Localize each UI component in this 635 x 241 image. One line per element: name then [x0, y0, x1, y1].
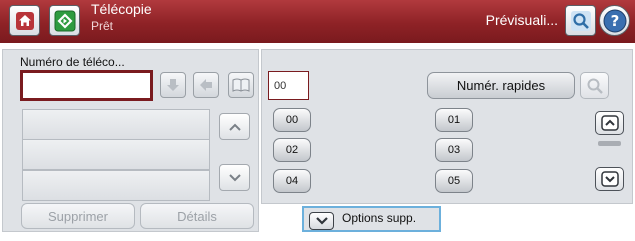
- home-button[interactable]: [9, 5, 40, 36]
- recipient-scroll-down-button[interactable]: [219, 164, 250, 191]
- chevron-down-icon: [228, 173, 241, 181]
- preview-icon: [570, 10, 591, 31]
- speed-dial-scroll-down-button[interactable]: [595, 167, 624, 191]
- speed-dial-entry: 01: [431, 105, 583, 135]
- fax-start-icon: [54, 10, 75, 31]
- speed-dial-search-button[interactable]: [580, 72, 609, 99]
- preview-button[interactable]: [565, 5, 596, 36]
- speed-dial-input[interactable]: 00: [268, 71, 309, 100]
- scrollbar-thumb[interactable]: [598, 141, 621, 146]
- speed-dial-entry: 05: [431, 166, 583, 196]
- scroll-down-icon: [600, 171, 619, 187]
- help-button[interactable]: ?: [599, 5, 630, 36]
- speed-dial-button[interactable]: Numér. rapides: [427, 72, 575, 99]
- home-icon: [15, 11, 34, 30]
- speed-dial-code[interactable]: 03: [435, 138, 473, 162]
- speed-dial-code[interactable]: 00: [273, 108, 311, 132]
- preview-label[interactable]: Prévisuali...: [458, 12, 558, 28]
- fax-number-field[interactable]: [20, 70, 153, 101]
- speed-dial-code[interactable]: 05: [435, 169, 473, 193]
- speed-dial-entry: 03: [431, 135, 583, 165]
- recipient-row[interactable]: [22, 109, 210, 140]
- speed-dial-code[interactable]: 02: [273, 138, 311, 162]
- scroll-up-icon: [600, 115, 619, 131]
- arrow-down-icon: [167, 79, 179, 91]
- svg-text:?: ?: [610, 12, 619, 30]
- backspace-button[interactable]: [193, 72, 219, 98]
- expand-down-icon: [315, 217, 328, 225]
- title-bar: Télécopie Prêt Prévisuali... ?: [0, 0, 635, 43]
- recipient-row[interactable]: [22, 170, 210, 201]
- recipient-row[interactable]: [22, 139, 210, 170]
- phone-book-button[interactable]: [228, 72, 254, 98]
- add-number-button[interactable]: [160, 72, 186, 98]
- recipient-scroll-up-button[interactable]: [219, 113, 250, 140]
- more-options-button[interactable]: Options supp.: [302, 206, 441, 232]
- status-text: Prêt: [91, 19, 114, 33]
- speed-dial-entry: 04: [269, 166, 421, 196]
- expand-down-icon-wrapper: [309, 212, 334, 230]
- chevron-up-icon: [228, 123, 241, 131]
- details-button[interactable]: Détails: [140, 203, 254, 229]
- fax-number-label: Numéro de téléco...: [20, 55, 125, 69]
- speed-dial-code[interactable]: 04: [273, 169, 311, 193]
- speed-dial-scroll-up-button[interactable]: [595, 111, 624, 135]
- fax-start-button[interactable]: [49, 5, 80, 36]
- speed-dial-entry: 02: [269, 135, 421, 165]
- backspace-arrow-icon: [200, 79, 212, 91]
- search-icon: [587, 78, 603, 94]
- phone-book-icon: [232, 78, 250, 92]
- speed-dial-entry: 00: [269, 105, 421, 135]
- help-icon: ?: [603, 9, 626, 32]
- page-title: Télécopie: [91, 1, 152, 17]
- more-options-label: Options supp.: [342, 211, 417, 225]
- delete-button[interactable]: Supprimer: [21, 203, 135, 229]
- speed-dial-code[interactable]: 01: [435, 108, 473, 132]
